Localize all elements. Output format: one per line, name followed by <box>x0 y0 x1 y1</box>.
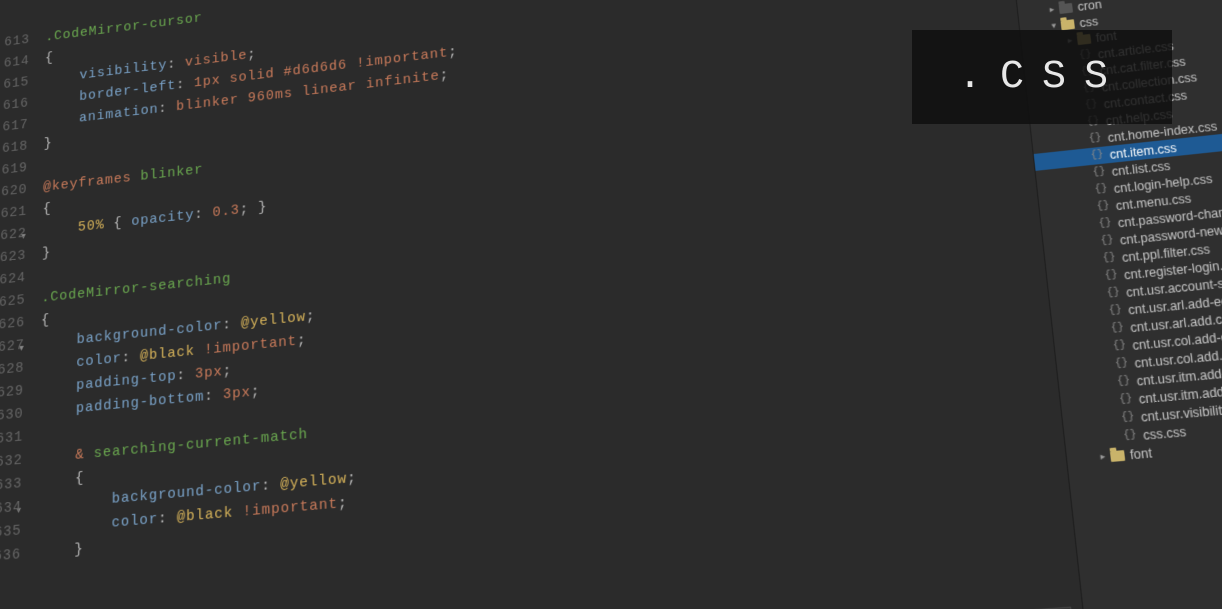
css-file-icon: {} <box>1116 392 1135 408</box>
css-file-icon: {} <box>1106 303 1125 319</box>
tree-twisty-icon[interactable] <box>1076 140 1086 141</box>
tree-twisty-icon[interactable] <box>1106 401 1117 402</box>
css-file-icon: {} <box>1104 285 1123 301</box>
css-file-icon: {} <box>1096 216 1115 232</box>
css-file-icon: {} <box>1092 182 1110 198</box>
tree-twisty-icon[interactable] <box>1100 347 1111 348</box>
tree-twisty-icon[interactable] <box>1078 157 1088 158</box>
tree-twisty-icon[interactable] <box>1108 419 1119 420</box>
css-file-icon: {} <box>1114 374 1133 390</box>
css-file-icon: {} <box>1102 268 1121 284</box>
css-file-icon: {} <box>1112 356 1131 372</box>
tree-twisty-icon[interactable] <box>1096 312 1107 313</box>
line-number[interactable]: 635 <box>0 519 22 546</box>
code-area[interactable]: 6136146156166176186196206216226236246256… <box>0 0 1088 609</box>
line-number[interactable]: 636 <box>0 543 21 570</box>
folder-icon <box>1058 17 1076 32</box>
css-file-icon: {} <box>1090 165 1108 181</box>
css-file-icon: {} <box>1098 233 1117 249</box>
css-file-icon: {} <box>1088 148 1106 164</box>
css-file-icon: {} <box>1094 199 1113 215</box>
css-file-icon: {} <box>1082 98 1100 114</box>
css-file-icon: {} <box>1110 338 1129 354</box>
tree-twisty-icon[interactable] <box>1074 123 1084 124</box>
tree-twisty-icon[interactable] <box>1111 437 1122 438</box>
tree-twisty-icon[interactable] <box>1084 208 1095 209</box>
tree-label: font <box>1129 445 1153 462</box>
css-file-icon: {} <box>1121 428 1140 444</box>
folder-icon <box>1074 31 1092 46</box>
tree-twisty-icon[interactable] <box>1094 294 1105 295</box>
tree-twisty-icon[interactable] <box>1104 383 1115 384</box>
tree-twisty-icon[interactable] <box>1086 225 1097 226</box>
css-file-icon: {} <box>1118 410 1137 426</box>
css-file-icon: {} <box>1086 131 1104 147</box>
css-file-icon: {} <box>1076 48 1094 63</box>
folder-icon <box>1107 447 1126 463</box>
code-editor: 6136146156166176186196206216226236246256… <box>0 0 1091 609</box>
folder-icon <box>1056 0 1074 15</box>
tree-twisty-icon[interactable] <box>1092 277 1103 278</box>
tree-twisty-icon[interactable] <box>1073 106 1083 107</box>
tree-label: font <box>1095 29 1117 45</box>
tree-twisty-icon[interactable] <box>1090 259 1101 260</box>
tree-twisty-icon[interactable] <box>1067 56 1077 57</box>
tree-twisty-icon[interactable] <box>1088 242 1099 243</box>
css-file-icon: {} <box>1084 114 1102 130</box>
tree-twisty-icon[interactable] <box>1082 191 1093 192</box>
tree-twisty-icon[interactable] <box>1102 365 1113 366</box>
css-file-icon: {} <box>1108 321 1127 337</box>
tree-label: css.css <box>1142 424 1187 443</box>
code-lines[interactable]: .CodeMirror-cursor{ visibility: visible;… <box>29 0 1088 609</box>
tree-twisty-icon[interactable] <box>1071 90 1081 91</box>
tree-label: css <box>1079 14 1099 30</box>
css-file-icon: {} <box>1080 81 1098 97</box>
tree-twisty-icon[interactable] <box>1080 174 1090 175</box>
css-file-icon: {} <box>1100 251 1119 267</box>
css-file-icon: {} <box>1078 64 1096 80</box>
tree-twisty-icon[interactable] <box>1069 73 1079 74</box>
tree-twisty-icon[interactable] <box>1098 329 1109 330</box>
